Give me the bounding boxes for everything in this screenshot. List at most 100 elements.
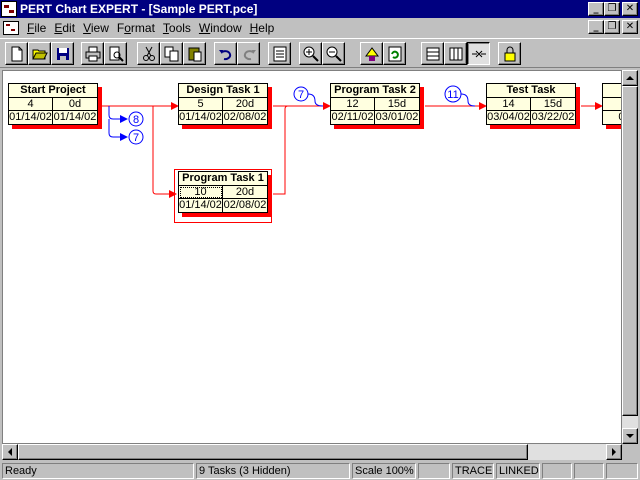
scrollbar-corner	[622, 444, 638, 460]
zoom-out-button[interactable]	[322, 42, 345, 65]
print-button[interactable]	[81, 42, 104, 65]
status-scale: Scale 100%	[352, 463, 416, 479]
menu-tools[interactable]: Tools	[159, 21, 195, 35]
status-blank-4	[606, 463, 638, 479]
horizontal-scrollbar[interactable]	[2, 444, 622, 460]
task-id[interactable]: 12	[331, 98, 375, 111]
zoom-in-icon	[303, 46, 319, 62]
task-finish-date[interactable]: 03/22/02	[531, 111, 575, 124]
node-box: Test Task 14 15d 03/04/02 03/22/02	[486, 83, 576, 125]
horizontal-scroll-thumb[interactable]	[18, 444, 528, 460]
task-duration[interactable]: 20d	[223, 186, 267, 199]
restore-button[interactable]: ❐	[604, 2, 620, 16]
menu-edit[interactable]: Edit	[50, 21, 79, 35]
close-button[interactable]: ✕	[622, 2, 638, 16]
refresh-button[interactable]	[383, 42, 406, 65]
menu-view[interactable]: View	[79, 21, 113, 35]
menu-bar: File Edit View Format Tools Window Help …	[0, 18, 640, 37]
redo-button[interactable]	[237, 42, 260, 65]
task-id[interactable]: 1	[603, 98, 621, 111]
new-doc-icon	[11, 46, 22, 61]
doc-close-button[interactable]: ✕	[622, 20, 638, 34]
connector-link-8	[108, 106, 128, 123]
copy-button[interactable]	[160, 42, 183, 65]
node-design-task-1[interactable]: Design Task 1 5 20d 01/14/02 02/08/02	[178, 83, 272, 129]
scroll-down-button[interactable]	[622, 428, 638, 444]
layout-columns-icon	[449, 47, 462, 60]
task-duration[interactable]: 20d	[223, 98, 267, 111]
connector-label-7b: 7	[298, 89, 304, 101]
cut-icon	[142, 46, 155, 61]
task-name: Program Task 2	[331, 84, 419, 98]
document-icon[interactable]	[3, 20, 19, 35]
node-program-task-2[interactable]: Program Task 2 12 15d 02/11/02 03/01/02	[330, 83, 424, 129]
node-start-project[interactable]: Start Project 4 0d 01/14/02 01/14/02	[8, 83, 102, 129]
task-start-date[interactable]: 01/14/02	[179, 199, 223, 212]
save-icon	[56, 47, 69, 60]
menu-file[interactable]: File	[23, 21, 50, 35]
node-partial-next[interactable]: P103	[602, 83, 621, 129]
layout-columns-button[interactable]	[444, 42, 467, 65]
task-duration[interactable]: 15d	[375, 98, 419, 111]
task-finish-date[interactable]: 03/01/02	[375, 111, 419, 124]
menu-format[interactable]: Format	[113, 21, 159, 35]
scroll-right-button[interactable]	[606, 444, 622, 460]
node-test-task[interactable]: Test Task 14 15d 03/04/02 03/22/02	[486, 83, 580, 129]
node-box: Start Project 4 0d 01/14/02 01/14/02	[8, 83, 98, 125]
connector-label-7a: 7	[133, 132, 139, 144]
node-box: P103	[602, 83, 621, 125]
arrow-right-icon	[612, 448, 616, 456]
vertical-scrollbar[interactable]	[622, 70, 638, 444]
undo-button[interactable]	[214, 42, 237, 65]
copy-icon	[164, 46, 178, 61]
lock-button[interactable]	[498, 42, 521, 65]
task-start-date[interactable]: 02/11/02	[331, 111, 375, 124]
print-preview-button[interactable]	[104, 42, 127, 65]
save-button[interactable]	[51, 42, 74, 65]
menu-help[interactable]: Help	[246, 21, 279, 35]
task-start-date[interactable]: 01/14/02	[179, 111, 223, 124]
task-start-date[interactable]: 01/14/02	[9, 111, 53, 124]
undo-icon	[218, 49, 231, 60]
connector-link-11	[460, 93, 476, 107]
task-start-date[interactable]: 03	[603, 111, 621, 124]
task-id[interactable]: 5	[179, 98, 223, 111]
task-finish-date[interactable]: 01/14/02	[53, 111, 97, 124]
task-duration[interactable]: 0d	[53, 98, 97, 111]
new-button[interactable]	[5, 42, 28, 65]
task-finish-date[interactable]: 02/08/02	[223, 111, 267, 124]
link-start-to-program1	[152, 106, 177, 198]
minimize-button[interactable]: _	[588, 2, 604, 16]
task-finish-date[interactable]: 02/08/02	[223, 199, 267, 212]
task-id[interactable]: 4	[9, 98, 53, 111]
zoom-in-button[interactable]	[299, 42, 322, 65]
doc-minimize-button[interactable]: _	[588, 20, 604, 34]
paste-button[interactable]	[183, 42, 206, 65]
task-duration[interactable]: 15d	[531, 98, 575, 111]
scroll-up-button[interactable]	[622, 70, 638, 86]
menu-window[interactable]: Window	[195, 21, 246, 35]
task-id[interactable]: 14	[487, 98, 531, 111]
cut-button[interactable]	[137, 42, 160, 65]
node-program-task-1[interactable]: Program Task 1 10 20d 01/14/02 02/08/02	[178, 171, 272, 217]
layout-rows-icon	[426, 47, 439, 60]
document-controls: _ ❐ ✕	[588, 20, 638, 34]
scroll-left-button[interactable]	[2, 444, 18, 460]
vertical-scroll-thumb[interactable]	[622, 86, 638, 416]
doc-restore-button[interactable]: ❐	[604, 20, 620, 34]
task-start-date[interactable]: 03/04/02	[487, 111, 531, 124]
connector-label-11: 11	[447, 89, 458, 101]
layout-rows-button[interactable]	[421, 42, 444, 65]
arrow-left-icon	[8, 448, 12, 456]
task-name: P	[603, 84, 621, 98]
import-button[interactable]	[360, 42, 383, 65]
open-button[interactable]	[28, 42, 51, 65]
properties-button[interactable]	[268, 42, 291, 65]
arrow-up-icon	[626, 76, 634, 80]
task-id[interactable]: 10	[179, 186, 223, 199]
pert-chart-canvas[interactable]: 8 7 7 11 Start Project 4 0d 01/14/02 01/14/0…	[2, 70, 622, 444]
trace-button[interactable]	[467, 42, 490, 65]
app-icon[interactable]	[1, 1, 17, 17]
title-bar[interactable]: PERT Chart EXPERT - [Sample PERT.pce] _ …	[0, 0, 640, 18]
arrow-down-icon	[626, 434, 634, 438]
